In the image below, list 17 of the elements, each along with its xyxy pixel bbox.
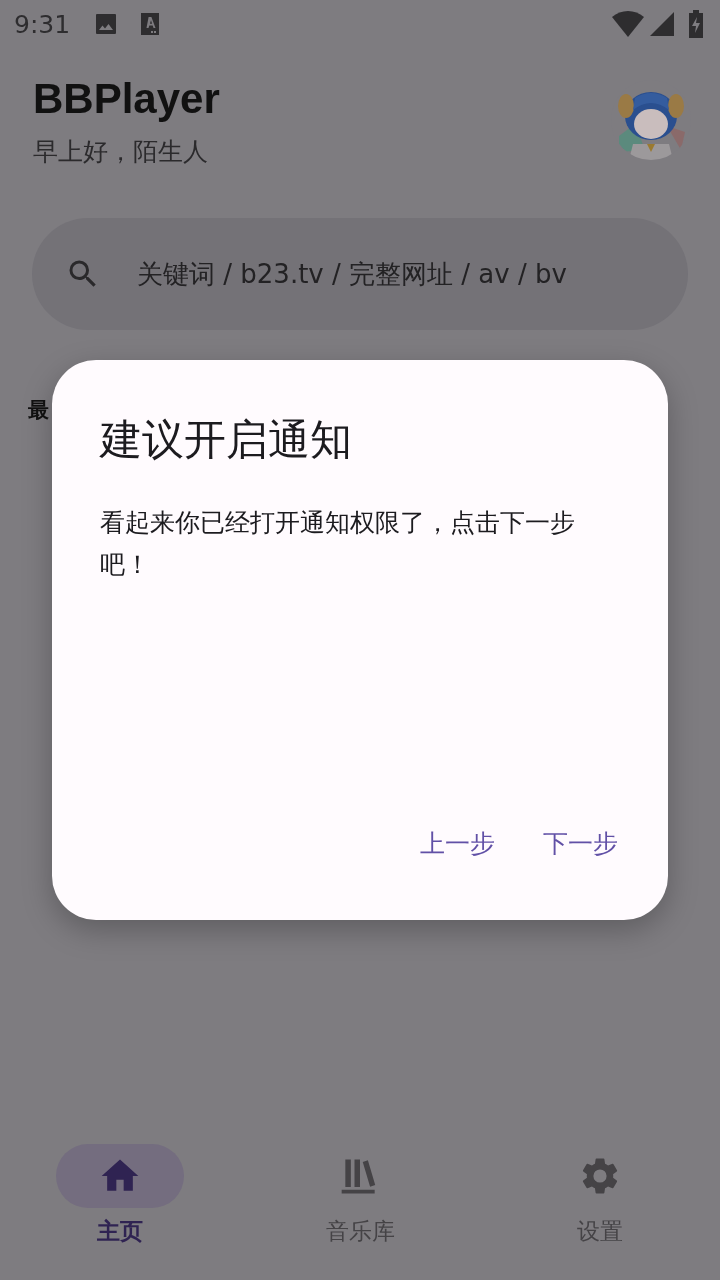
section-heading: 最 [28, 397, 49, 424]
status-time: 9:31 [14, 9, 71, 39]
nav-tab[interactable]: 设置 [480, 1144, 720, 1280]
dialog-button[interactable]: 下一步 [529, 815, 632, 872]
greeting-text: 早上好，陌生人 [33, 136, 209, 168]
nav-tab[interactable]: 音乐库 [240, 1144, 480, 1280]
dialog-button[interactable]: 上一步 [406, 815, 509, 872]
search-field[interactable]: 关键词 / b23.tv / 完整网址 / av / bv [32, 218, 688, 330]
dialog-message: 看起来你已经打开通知权限了，点击下一步吧！ [100, 507, 576, 581]
dialog-title: 建议开启通知 [100, 414, 352, 466]
battery-icon [688, 10, 704, 38]
app-title: BBPlayer [33, 74, 221, 124]
text-format-icon [140, 12, 161, 36]
image-icon [94, 12, 119, 36]
nav-tab[interactable]: 主页 [0, 1144, 240, 1280]
signal-icon [650, 12, 674, 36]
wifi-icon [612, 11, 644, 37]
